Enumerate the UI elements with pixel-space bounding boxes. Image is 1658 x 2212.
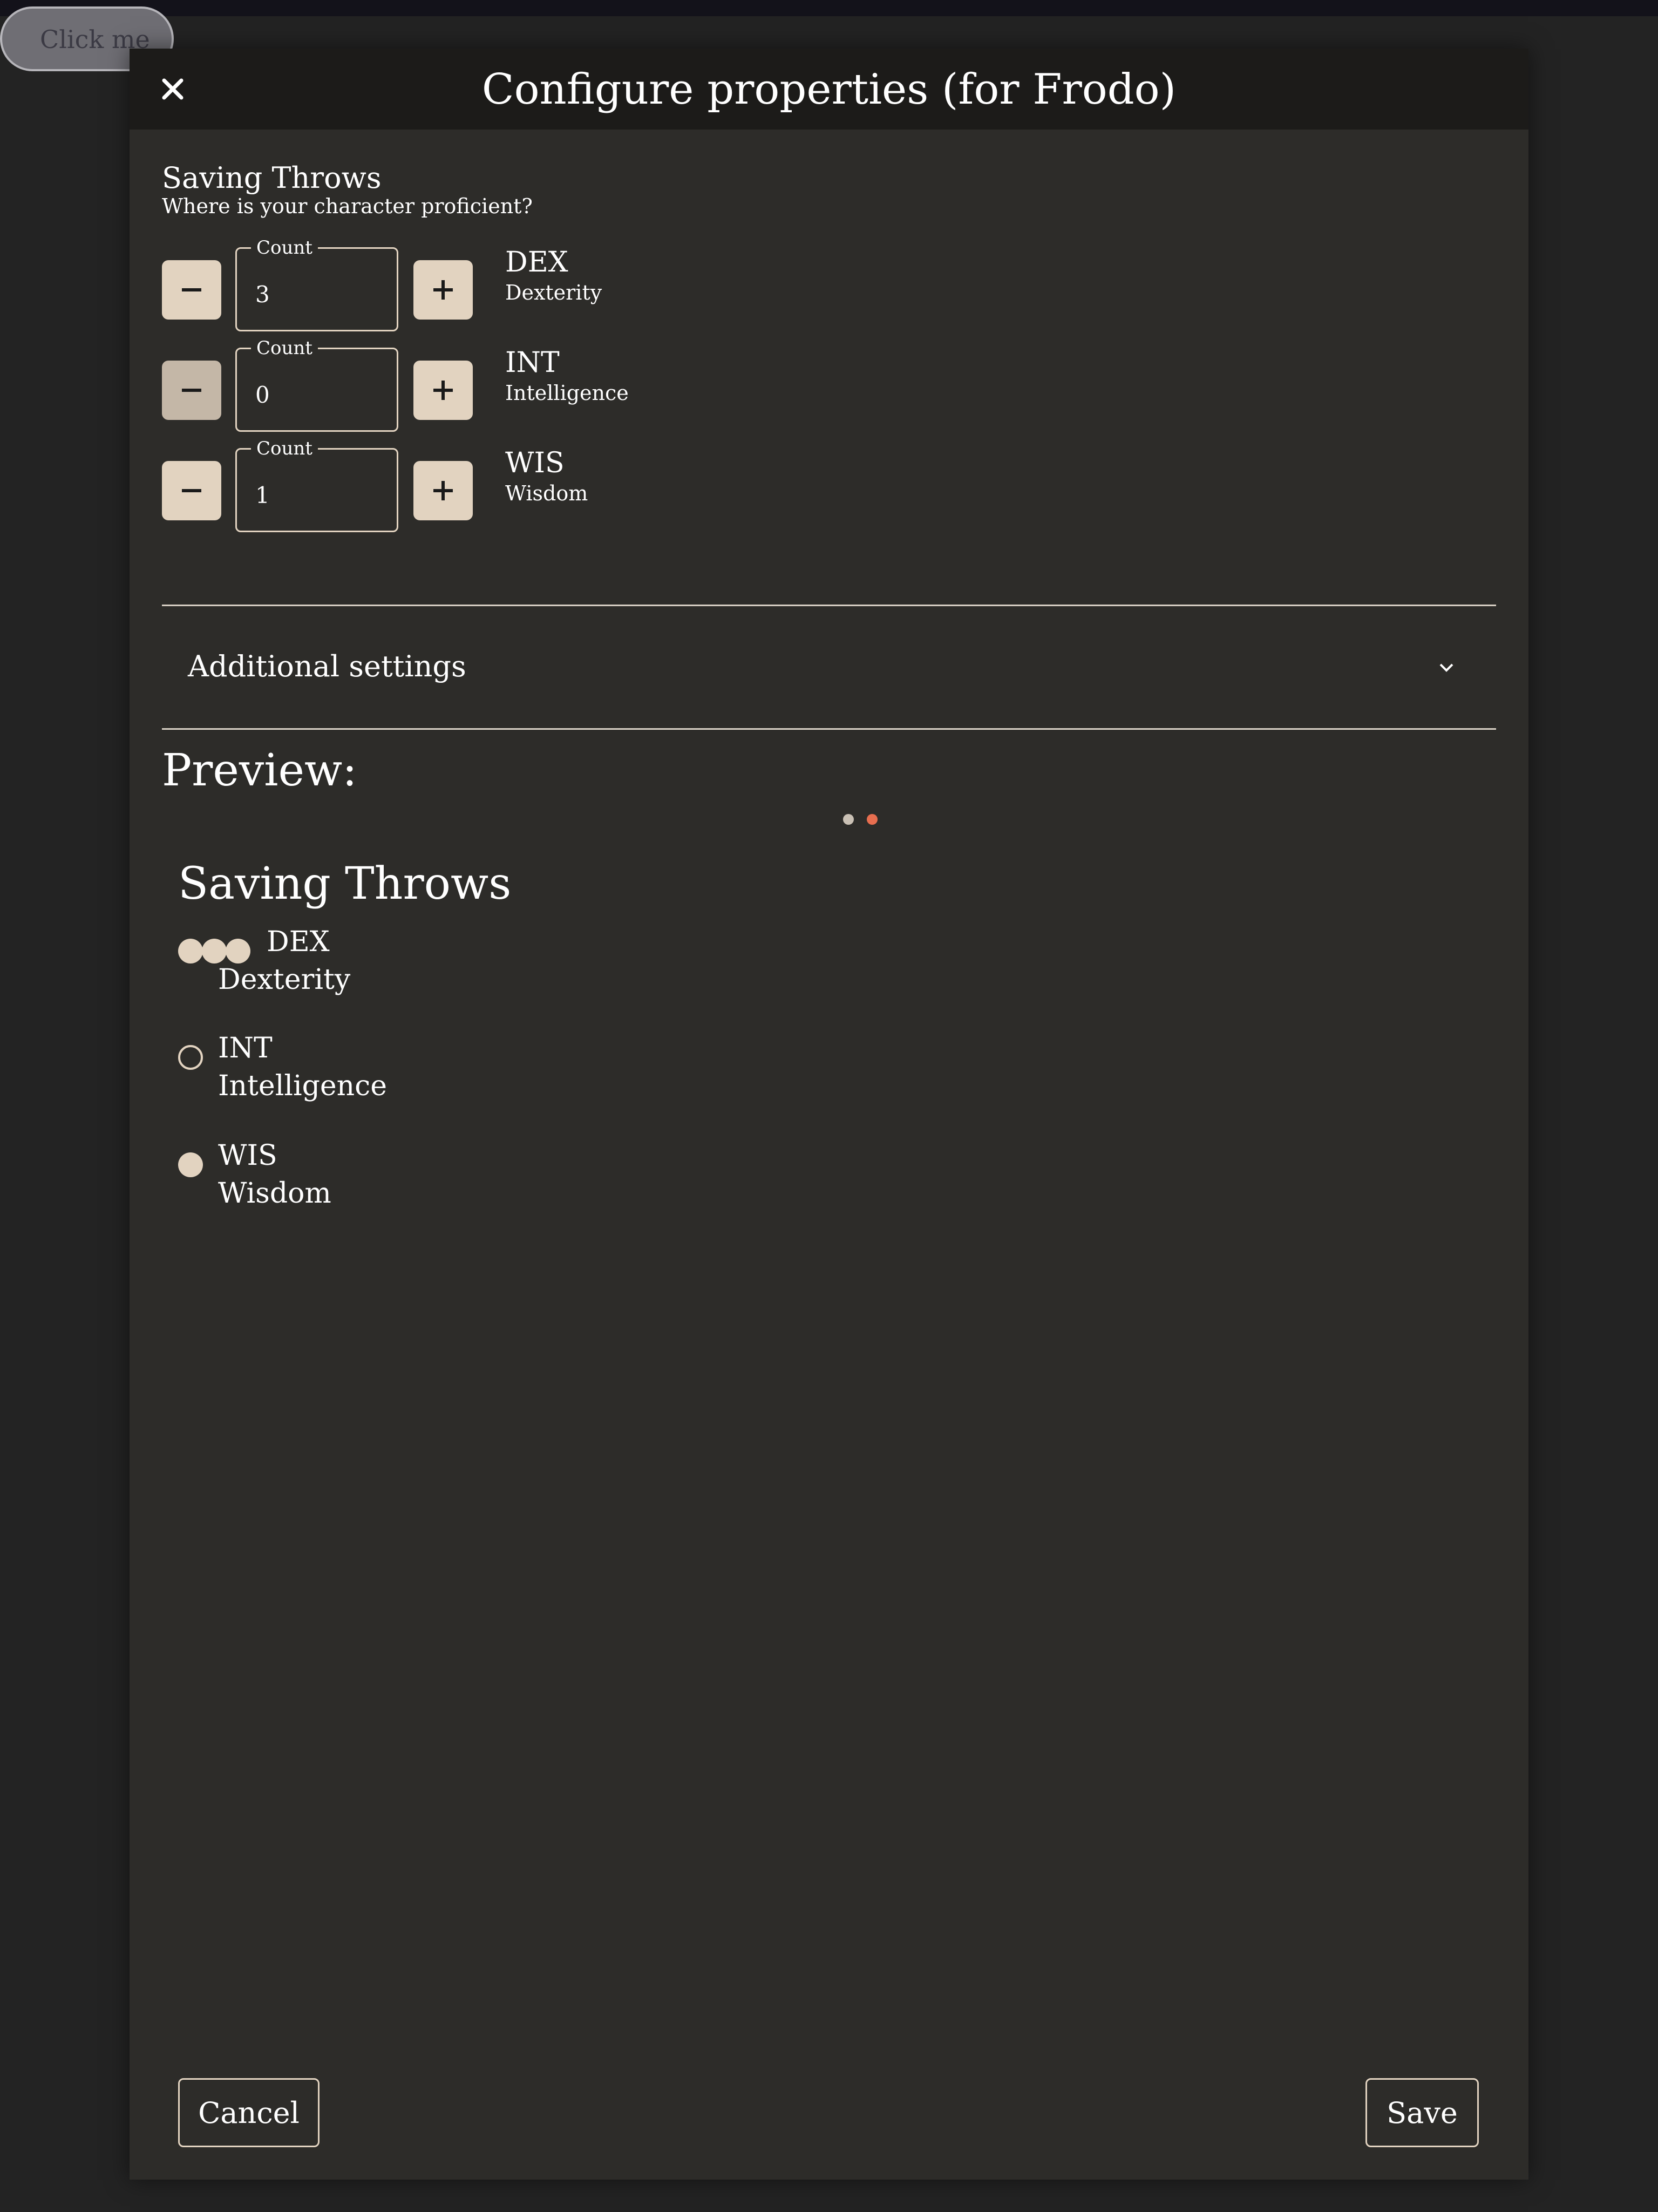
proficiency-pip [226,939,250,963]
preview-item-int: INT Intelligence [178,1032,664,1113]
divider [162,728,1496,730]
increment-button[interactable] [413,361,473,420]
count-field: Count [235,337,398,432]
plus-icon [433,381,453,400]
property-row-dex: Count DEX Dexterity [162,237,810,333]
proficiency-pip [202,939,227,963]
minus-icon [182,489,201,492]
top-bar [0,0,1658,16]
plus-icon [433,280,453,300]
accordion-label: Additional settings [188,649,466,683]
count-field: Count [235,438,398,532]
increment-button[interactable] [413,461,473,520]
count-label: Count [251,337,318,359]
stat-abbreviation: WIS [505,447,565,479]
stat-abbreviation: DEX [505,246,568,279]
preview-item-wis: WIS Wisdom [178,1139,664,1220]
preview-name: Wisdom [218,1177,331,1210]
cancel-button[interactable]: Cancel [178,2078,320,2147]
proficiency-pip [178,1152,203,1177]
dialog-header: Configure properties (for Frodo) [130,49,1528,130]
decrement-button[interactable] [162,361,221,420]
proficiency-pip [178,939,203,963]
save-button[interactable]: Save [1365,2078,1479,2147]
stat-name: Dexterity [505,281,602,304]
section-title: Saving Throws [162,161,382,195]
preview-abbreviation: DEX [267,926,330,958]
proficiency-pip-empty [178,1045,203,1070]
pager-dot[interactable] [843,814,854,825]
stat-abbreviation: INT [505,347,560,379]
configure-properties-dialog: Configure properties (for Frodo) Saving … [130,49,1528,2180]
preview-abbreviation: INT [218,1032,273,1064]
minus-icon [182,389,201,392]
preview-abbreviation: WIS [218,1139,277,1172]
preview-heading: Preview: [162,745,357,796]
count-input[interactable] [237,473,397,517]
preview-title: Saving Throws [178,858,512,910]
dialog-title: Configure properties (for Frodo) [481,65,1177,114]
property-row-wis: Count WIS Wisdom [162,438,810,533]
increment-button[interactable] [413,260,473,320]
preview-item-dex: DEX Dexterity [178,926,664,1007]
count-label: Count [251,237,318,259]
count-input[interactable] [237,273,397,316]
count-field: Count [235,237,398,331]
count-input[interactable] [237,373,397,416]
minus-icon [182,288,201,291]
preview-name: Dexterity [218,963,351,996]
stat-name: Wisdom [505,481,588,505]
additional-settings-accordion[interactable]: Additional settings [162,606,1496,728]
stat-name: Intelligence [505,381,629,405]
decrement-button[interactable] [162,461,221,520]
section-subtitle: Where is your character proficient? [162,194,533,218]
count-label: Count [251,438,318,459]
chevron-down-icon [1436,657,1457,678]
decrement-button[interactable] [162,260,221,320]
property-row-int: Count INT Intelligence [162,337,810,433]
plus-icon [433,481,453,500]
pager-dot-active[interactable] [867,814,878,825]
preview-name: Intelligence [218,1070,388,1102]
